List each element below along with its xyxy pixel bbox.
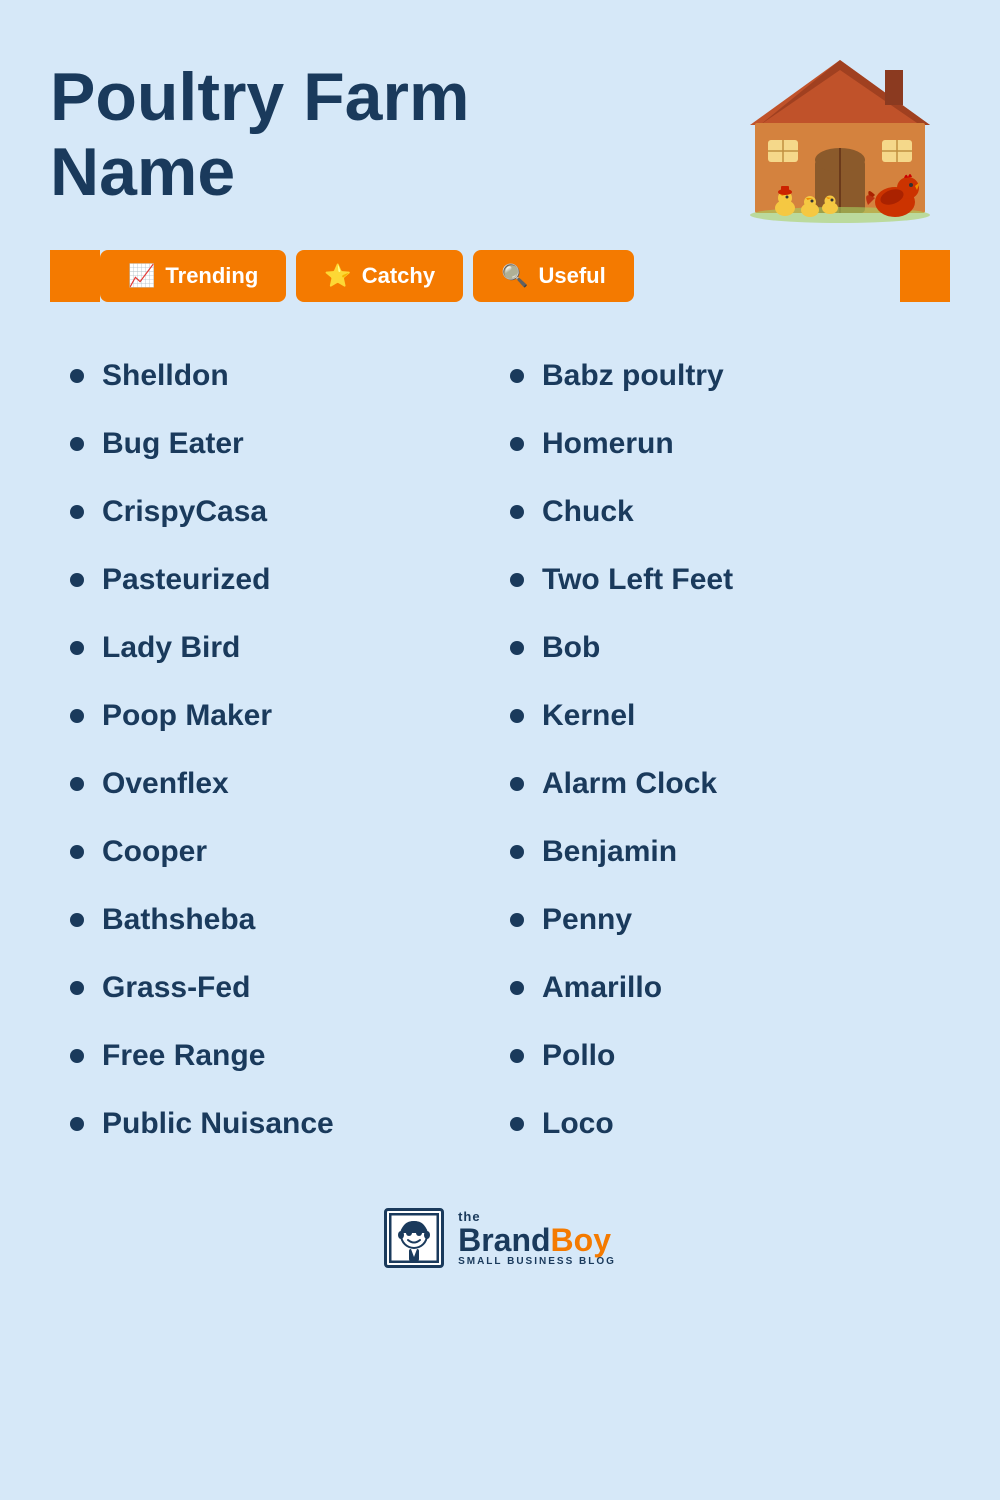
logo-brandboy-text: BrandBoy bbox=[458, 1224, 616, 1256]
name-text: Grass-Fed bbox=[102, 970, 250, 1006]
list-item: Loco bbox=[510, 1090, 930, 1158]
bullet-icon bbox=[70, 369, 84, 383]
list-item: Poop Maker bbox=[70, 682, 490, 750]
bullet-icon bbox=[70, 437, 84, 451]
names-column-left: Shelldon Bug Eater CrispyCasa Pasteurize… bbox=[70, 342, 490, 1158]
name-text: Bathsheba bbox=[102, 902, 255, 938]
list-item: Two Left Feet bbox=[510, 546, 930, 614]
list-item: Penny bbox=[510, 886, 930, 954]
bullet-icon bbox=[510, 981, 524, 995]
bullet-icon bbox=[510, 1049, 524, 1063]
name-text: Bug Eater bbox=[102, 426, 244, 462]
bullet-icon bbox=[510, 1117, 524, 1131]
list-item: Pasteurized bbox=[70, 546, 490, 614]
logo-brand-text: BrandBoy bbox=[458, 1222, 611, 1258]
farm-illustration bbox=[730, 40, 950, 230]
bullet-icon bbox=[70, 1049, 84, 1063]
list-item: Bug Eater bbox=[70, 410, 490, 478]
bullet-icon bbox=[70, 709, 84, 723]
bullet-icon bbox=[70, 573, 84, 587]
list-item: Cooper bbox=[70, 818, 490, 886]
footer-logo: the BrandBoy SMALL BUSINESS BLOG bbox=[50, 1208, 950, 1268]
trending-icon: 📈 bbox=[128, 263, 155, 289]
list-item: Chuck bbox=[510, 478, 930, 546]
bullet-icon bbox=[510, 709, 524, 723]
name-text: Ovenflex bbox=[102, 766, 229, 802]
tab-right-accent bbox=[900, 250, 950, 302]
name-text: Cooper bbox=[102, 834, 207, 870]
list-item: Babz poultry bbox=[510, 342, 930, 410]
bullet-icon bbox=[70, 845, 84, 859]
names-column-right: Babz poultry Homerun Chuck Two Left Feet… bbox=[510, 342, 930, 1158]
bullet-icon bbox=[510, 777, 524, 791]
list-item: Bathsheba bbox=[70, 886, 490, 954]
list-item: Amarillo bbox=[510, 954, 930, 1022]
bullet-icon bbox=[70, 777, 84, 791]
bullet-icon bbox=[510, 573, 524, 587]
name-text: Alarm Clock bbox=[542, 766, 717, 802]
name-text: Shelldon bbox=[102, 358, 229, 394]
name-text: Benjamin bbox=[542, 834, 677, 870]
list-item: Ovenflex bbox=[70, 750, 490, 818]
brandboy-logo-icon bbox=[384, 1208, 444, 1268]
bullet-icon bbox=[510, 369, 524, 383]
name-text: Two Left Feet bbox=[542, 562, 733, 598]
logo-subtitle: SMALL BUSINESS BLOG bbox=[458, 1256, 616, 1267]
list-item: CrispyCasa bbox=[70, 478, 490, 546]
name-text: CrispyCasa bbox=[102, 494, 267, 530]
header-section: Poultry Farm Name bbox=[50, 40, 950, 230]
tab-catchy-label: Catchy bbox=[362, 263, 435, 289]
tabs-row: 📈 Trending ⭐ Catchy 🔍 Useful bbox=[50, 250, 950, 302]
bullet-icon bbox=[510, 505, 524, 519]
bullet-icon bbox=[510, 641, 524, 655]
bullet-icon bbox=[70, 1117, 84, 1131]
name-text: Poop Maker bbox=[102, 698, 272, 734]
tab-useful[interactable]: 🔍 Useful bbox=[473, 250, 634, 302]
list-item: Bob bbox=[510, 614, 930, 682]
tab-catchy[interactable]: ⭐ Catchy bbox=[296, 250, 463, 302]
bullet-icon bbox=[510, 437, 524, 451]
name-text: Lady Bird bbox=[102, 630, 240, 666]
list-item: Pollo bbox=[510, 1022, 930, 1090]
list-item: Shelldon bbox=[70, 342, 490, 410]
list-item: Public Nuisance bbox=[70, 1090, 490, 1158]
name-text: Amarillo bbox=[542, 970, 662, 1006]
name-text: Homerun bbox=[542, 426, 674, 462]
catchy-icon: ⭐ bbox=[324, 263, 351, 289]
name-text: Babz poultry bbox=[542, 358, 724, 394]
tab-useful-label: Useful bbox=[538, 263, 605, 289]
bullet-icon bbox=[70, 641, 84, 655]
list-item: Lady Bird bbox=[70, 614, 490, 682]
name-text: Penny bbox=[542, 902, 632, 938]
bullet-icon bbox=[70, 913, 84, 927]
name-text: Public Nuisance bbox=[102, 1106, 334, 1142]
bullet-icon bbox=[510, 845, 524, 859]
list-item: Homerun bbox=[510, 410, 930, 478]
names-section: Shelldon Bug Eater CrispyCasa Pasteurize… bbox=[50, 342, 950, 1158]
name-text: Free Range bbox=[102, 1038, 265, 1074]
bullet-icon bbox=[70, 505, 84, 519]
tab-trending-label: Trending bbox=[165, 263, 258, 289]
page-title: Poultry Farm Name bbox=[50, 40, 670, 210]
bullet-icon bbox=[70, 981, 84, 995]
tab-left-accent bbox=[50, 250, 100, 302]
name-text: Bob bbox=[542, 630, 600, 666]
list-item: Free Range bbox=[70, 1022, 490, 1090]
name-text: Pasteurized bbox=[102, 562, 270, 598]
list-item: Alarm Clock bbox=[510, 750, 930, 818]
name-text: Loco bbox=[542, 1106, 614, 1142]
name-text: Kernel bbox=[542, 698, 635, 734]
logo-text-area: the BrandBoy SMALL BUSINESS BLOG bbox=[458, 1209, 616, 1267]
name-text: Chuck bbox=[542, 494, 634, 530]
useful-icon: 🔍 bbox=[501, 263, 528, 289]
tab-trending[interactable]: 📈 Trending bbox=[100, 250, 286, 302]
list-item: Kernel bbox=[510, 682, 930, 750]
page-wrapper: Poultry Farm Name bbox=[0, 0, 1000, 1500]
bullet-icon bbox=[510, 913, 524, 927]
list-item: Benjamin bbox=[510, 818, 930, 886]
list-item: Grass-Fed bbox=[70, 954, 490, 1022]
name-text: Pollo bbox=[542, 1038, 615, 1074]
